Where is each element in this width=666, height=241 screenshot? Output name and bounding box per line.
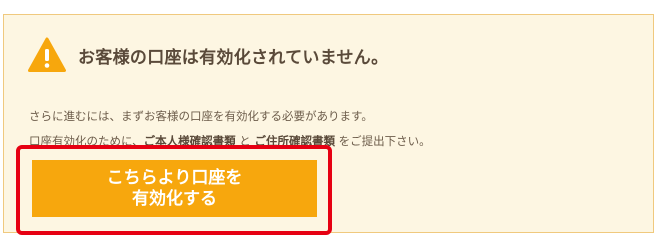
activate-button-label-line-1: こちらより口座を xyxy=(106,167,243,188)
notice-header: お客様の口座は有効化されていません。 xyxy=(28,37,388,73)
activate-button-label-line-2: 有効化する xyxy=(132,188,217,209)
activate-account-button[interactable]: こちらより口座を 有効化する xyxy=(32,160,317,217)
cta-highlight-frame: こちらより口座を 有効化する xyxy=(16,145,332,235)
warning-icon xyxy=(28,37,66,72)
notice-line-1: さらに進むには、まずお客様の口座を有効化する必要があります。 xyxy=(29,109,373,123)
account-not-activated-notice: お客様の口座は有効化されていません。 さらに進むには、まずお客様の口座を有効化す… xyxy=(3,14,654,235)
notice-title: お客様の口座は有効化されていません。 xyxy=(78,47,389,68)
